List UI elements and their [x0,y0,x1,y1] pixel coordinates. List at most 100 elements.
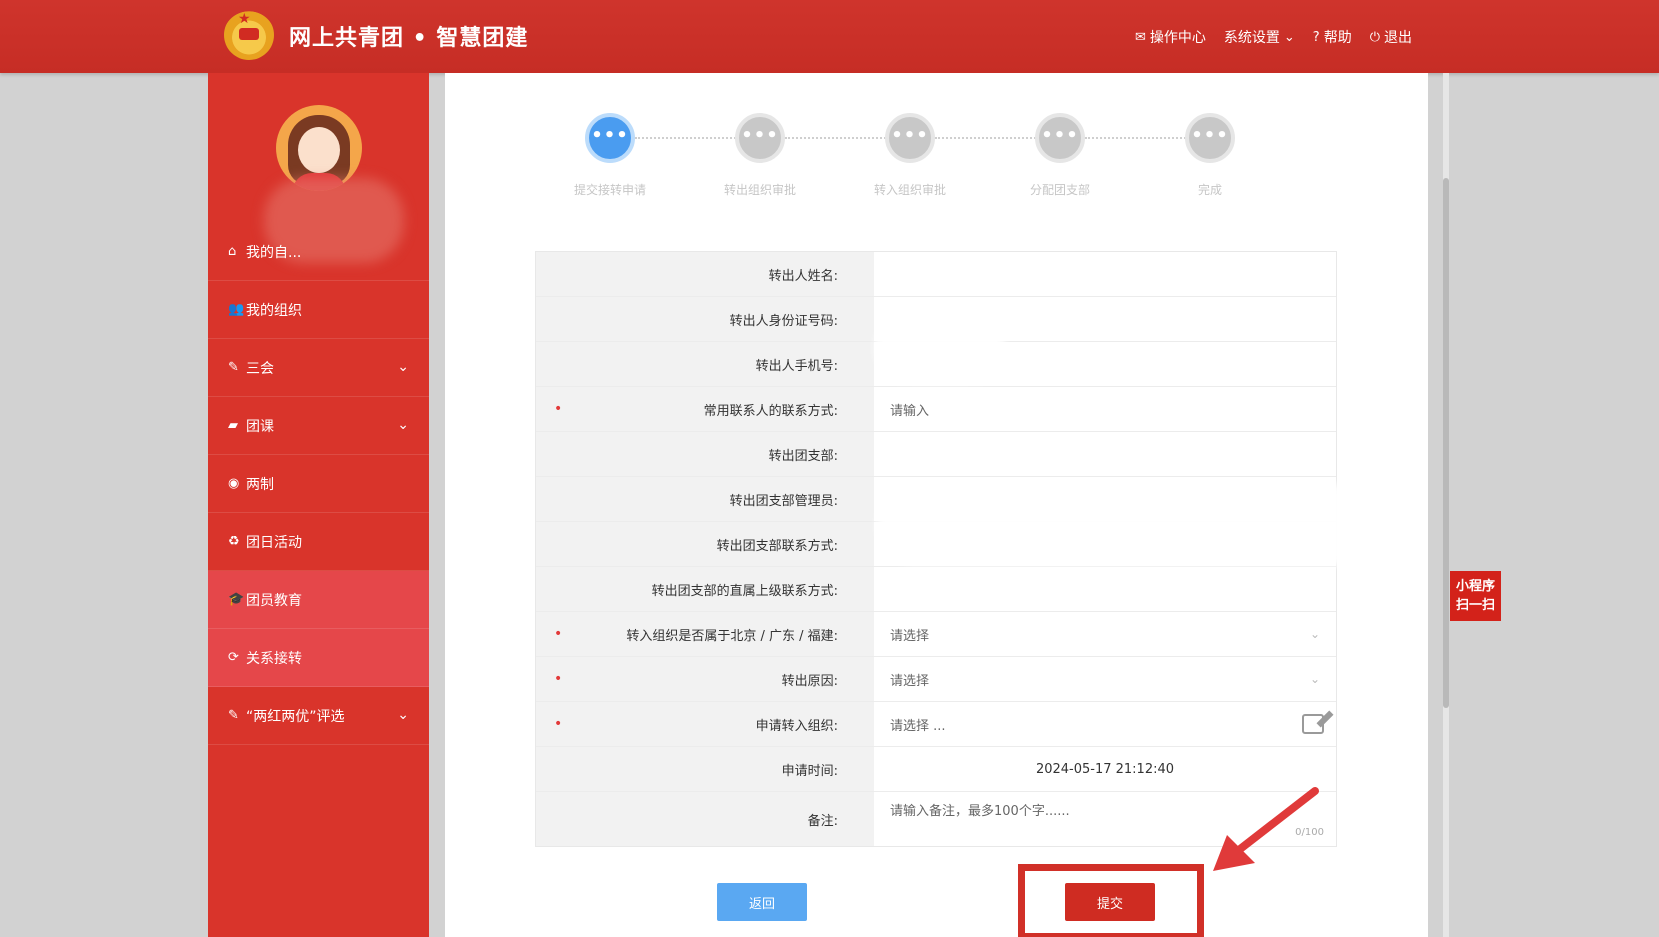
submit-button[interactable]: 提交 [1065,883,1155,921]
placeholder-text: 请选择 ... [890,718,946,734]
nav-system-settings[interactable]: 系统设置 ⌄ [1224,27,1295,47]
field-label: 转出团支部的直属上级联系方式: [536,567,874,611]
sidebar-item-label: 两制 [246,476,274,493]
out-branch-value [874,432,1336,476]
sidebar-item-label: 团日活动 [246,534,302,551]
nav-operation-center[interactable]: ✉ 操作中心 [1135,27,1206,47]
scrollbar-thumb[interactable] [1443,178,1449,708]
field-label: 转出人姓名: [536,252,874,296]
required-mark: • [554,626,563,642]
mini-program-label: 小程序 [1455,579,1495,594]
field-label-text: 申请转入组织: [755,718,838,734]
step-out-approval: ••• 转出组织审批 [700,113,820,198]
mini-program-tab[interactable]: 小程序 扫一扫 [1450,571,1501,621]
sidebar-item-my-org[interactable]: 👥 我的组织 [208,281,429,339]
sidebar-item-tuanke[interactable]: ▰ 团课 ⌄ [208,397,429,455]
form-row-name: 转出人姓名: [536,252,1336,297]
sidebar-item-label: 三会 [246,360,274,377]
edit-square-icon: ✎ [228,708,239,723]
step-in-approval: ••• 转入组织审批 [850,113,970,198]
step-label: 完成 [1197,183,1222,197]
required-mark: • [554,671,563,687]
redacted-area [875,313,1005,383]
required-mark: • [554,716,563,732]
sidebar-item-liangzhi[interactable]: ◉ 两制 [208,455,429,513]
league-logo-icon: ★ [224,10,274,60]
power-icon: ⏻ [1369,29,1380,45]
progress-steps: ••• 提交接转申请 ••• 转出组织审批 ••• 转入组织审批 ••• 分配团… [445,73,1428,213]
field-label: • 转出原因: [536,657,874,701]
field-label: 申请时间: [536,747,874,791]
step-submit-application: ••• 提交接转申请 [550,113,670,198]
sidebar-item-tuanri[interactable]: ♻ 团日活动 [208,513,429,571]
app-title: 网上共青团 • 智慧团建 [289,26,529,51]
graduation-cap-icon: 🎓 [228,592,245,607]
step-circle: ••• [735,113,785,163]
field-label: 转出人手机号: [536,342,874,386]
step-label: 提交接转申请 [573,183,646,197]
placeholder-text: 请输入备注，最多100个字...... [890,804,1070,819]
help-icon: ? [1312,29,1320,45]
form-row-target-org: • 申请转入组织: 请选择 ... [536,702,1336,747]
edit-icon[interactable] [1302,714,1324,734]
required-mark: • [554,401,563,417]
field-label-text: 转出原因: [781,673,838,689]
sidebar-item-my-home[interactable]: ⌂ 我的自... [208,223,429,281]
contact-input[interactable]: 请输入 [874,387,1336,431]
redacted-area [877,485,1417,565]
step-circle: ••• [1035,113,1085,163]
form-row-contact: • 常用联系人的联系方式: 请输入 [536,387,1336,432]
field-label: • 转入组织是否属于北京 / 广东 / 福建: [536,612,874,656]
sidebar: ⌂ 我的自... 👥 我的组织 ✎ 三会 ⌄ ▰ 团课 ⌄ ◉ 两制 ♻ 团日活… [208,73,429,937]
nav-logout[interactable]: ⏻ 退出 [1370,27,1412,47]
form-row-superior-contact: 转出团支部的直属上级联系方式: [536,567,1336,612]
field-label: • 常用联系人的联系方式: [536,387,874,431]
sidebar-item-label: 关系接转 [246,650,302,667]
mini-program-label: 扫一扫 [1455,598,1495,613]
field-label: 转出团支部管理员: [536,477,874,521]
field-label: • 申请转入组织: [536,702,874,746]
step-complete: ••• 完成 [1150,113,1270,198]
sidebar-item-sanhui[interactable]: ✎ 三会 ⌄ [208,339,429,397]
form-row-region: • 转入组织是否属于北京 / 广东 / 福建: 请选择 ⌄ [536,612,1336,657]
name-value [874,252,1336,296]
chevron-down-icon: ⌄ [1309,672,1320,686]
home-icon: ⌂ [228,244,237,259]
reason-select[interactable]: 请选择 ⌄ [874,657,1336,701]
step-circle: ••• [585,113,635,163]
superior-contact-value [874,567,1336,611]
sidebar-item-evaluation[interactable]: ✎ “两红两优”评选 ⌄ [208,687,429,745]
field-label: 转出人身份证号码: [536,297,874,341]
step-label: 分配团支部 [1029,183,1090,197]
field-label-text: 转入组织是否属于北京 / 广东 / 福建: [626,628,838,644]
sidebar-item-transfer[interactable]: ⟳ 关系接转 [208,629,429,687]
placeholder-text: 请输入 [890,403,930,419]
nav-label: 操作中心 [1149,30,1206,46]
chevron-down-icon: ⌄ [1309,627,1320,641]
back-button[interactable]: 返回 [717,883,807,921]
main-content: ••• 提交接转申请 ••• 转出组织审批 ••• 转入组织审批 ••• 分配团… [445,73,1428,937]
sidebar-item-label: 我的组织 [246,302,302,319]
refresh-icon: ⟳ [228,650,239,665]
sidebar-menu: ⌂ 我的自... 👥 我的组织 ✎ 三会 ⌄ ▰ 团课 ⌄ ◉ 两制 ♻ 团日活… [208,223,429,745]
chevron-down-icon: ⌄ [397,707,409,723]
nav-label: 退出 [1384,30,1412,46]
sidebar-item-education[interactable]: 🎓 团员教育 [208,571,429,629]
top-nav: ✉ 操作中心 系统设置 ⌄ ? 帮助 ⏻ 退出 [1135,27,1412,47]
target-icon: ◉ [228,476,240,491]
form-row-out-branch: 转出团支部: [536,432,1336,477]
step-circle: ••• [1185,113,1235,163]
nav-help[interactable]: ? 帮助 [1313,27,1352,47]
target-org-picker[interactable]: 请选择 ... [874,702,1336,746]
nav-label: 系统设置 [1223,30,1280,46]
nav-label: 帮助 [1323,30,1352,46]
folder-icon: ▰ [228,418,238,433]
pointer-arrow-icon [1213,787,1319,871]
region-select[interactable]: 请选择 ⌄ [874,612,1336,656]
field-label: 转出团支部联系方式: [536,522,874,566]
field-label: 转出团支部: [536,432,874,476]
recycle-icon: ♻ [228,534,240,549]
edit-square-icon: ✎ [228,360,239,375]
chevron-down-icon: ⌄ [397,359,409,375]
step-label: 转出组织审批 [723,183,796,197]
